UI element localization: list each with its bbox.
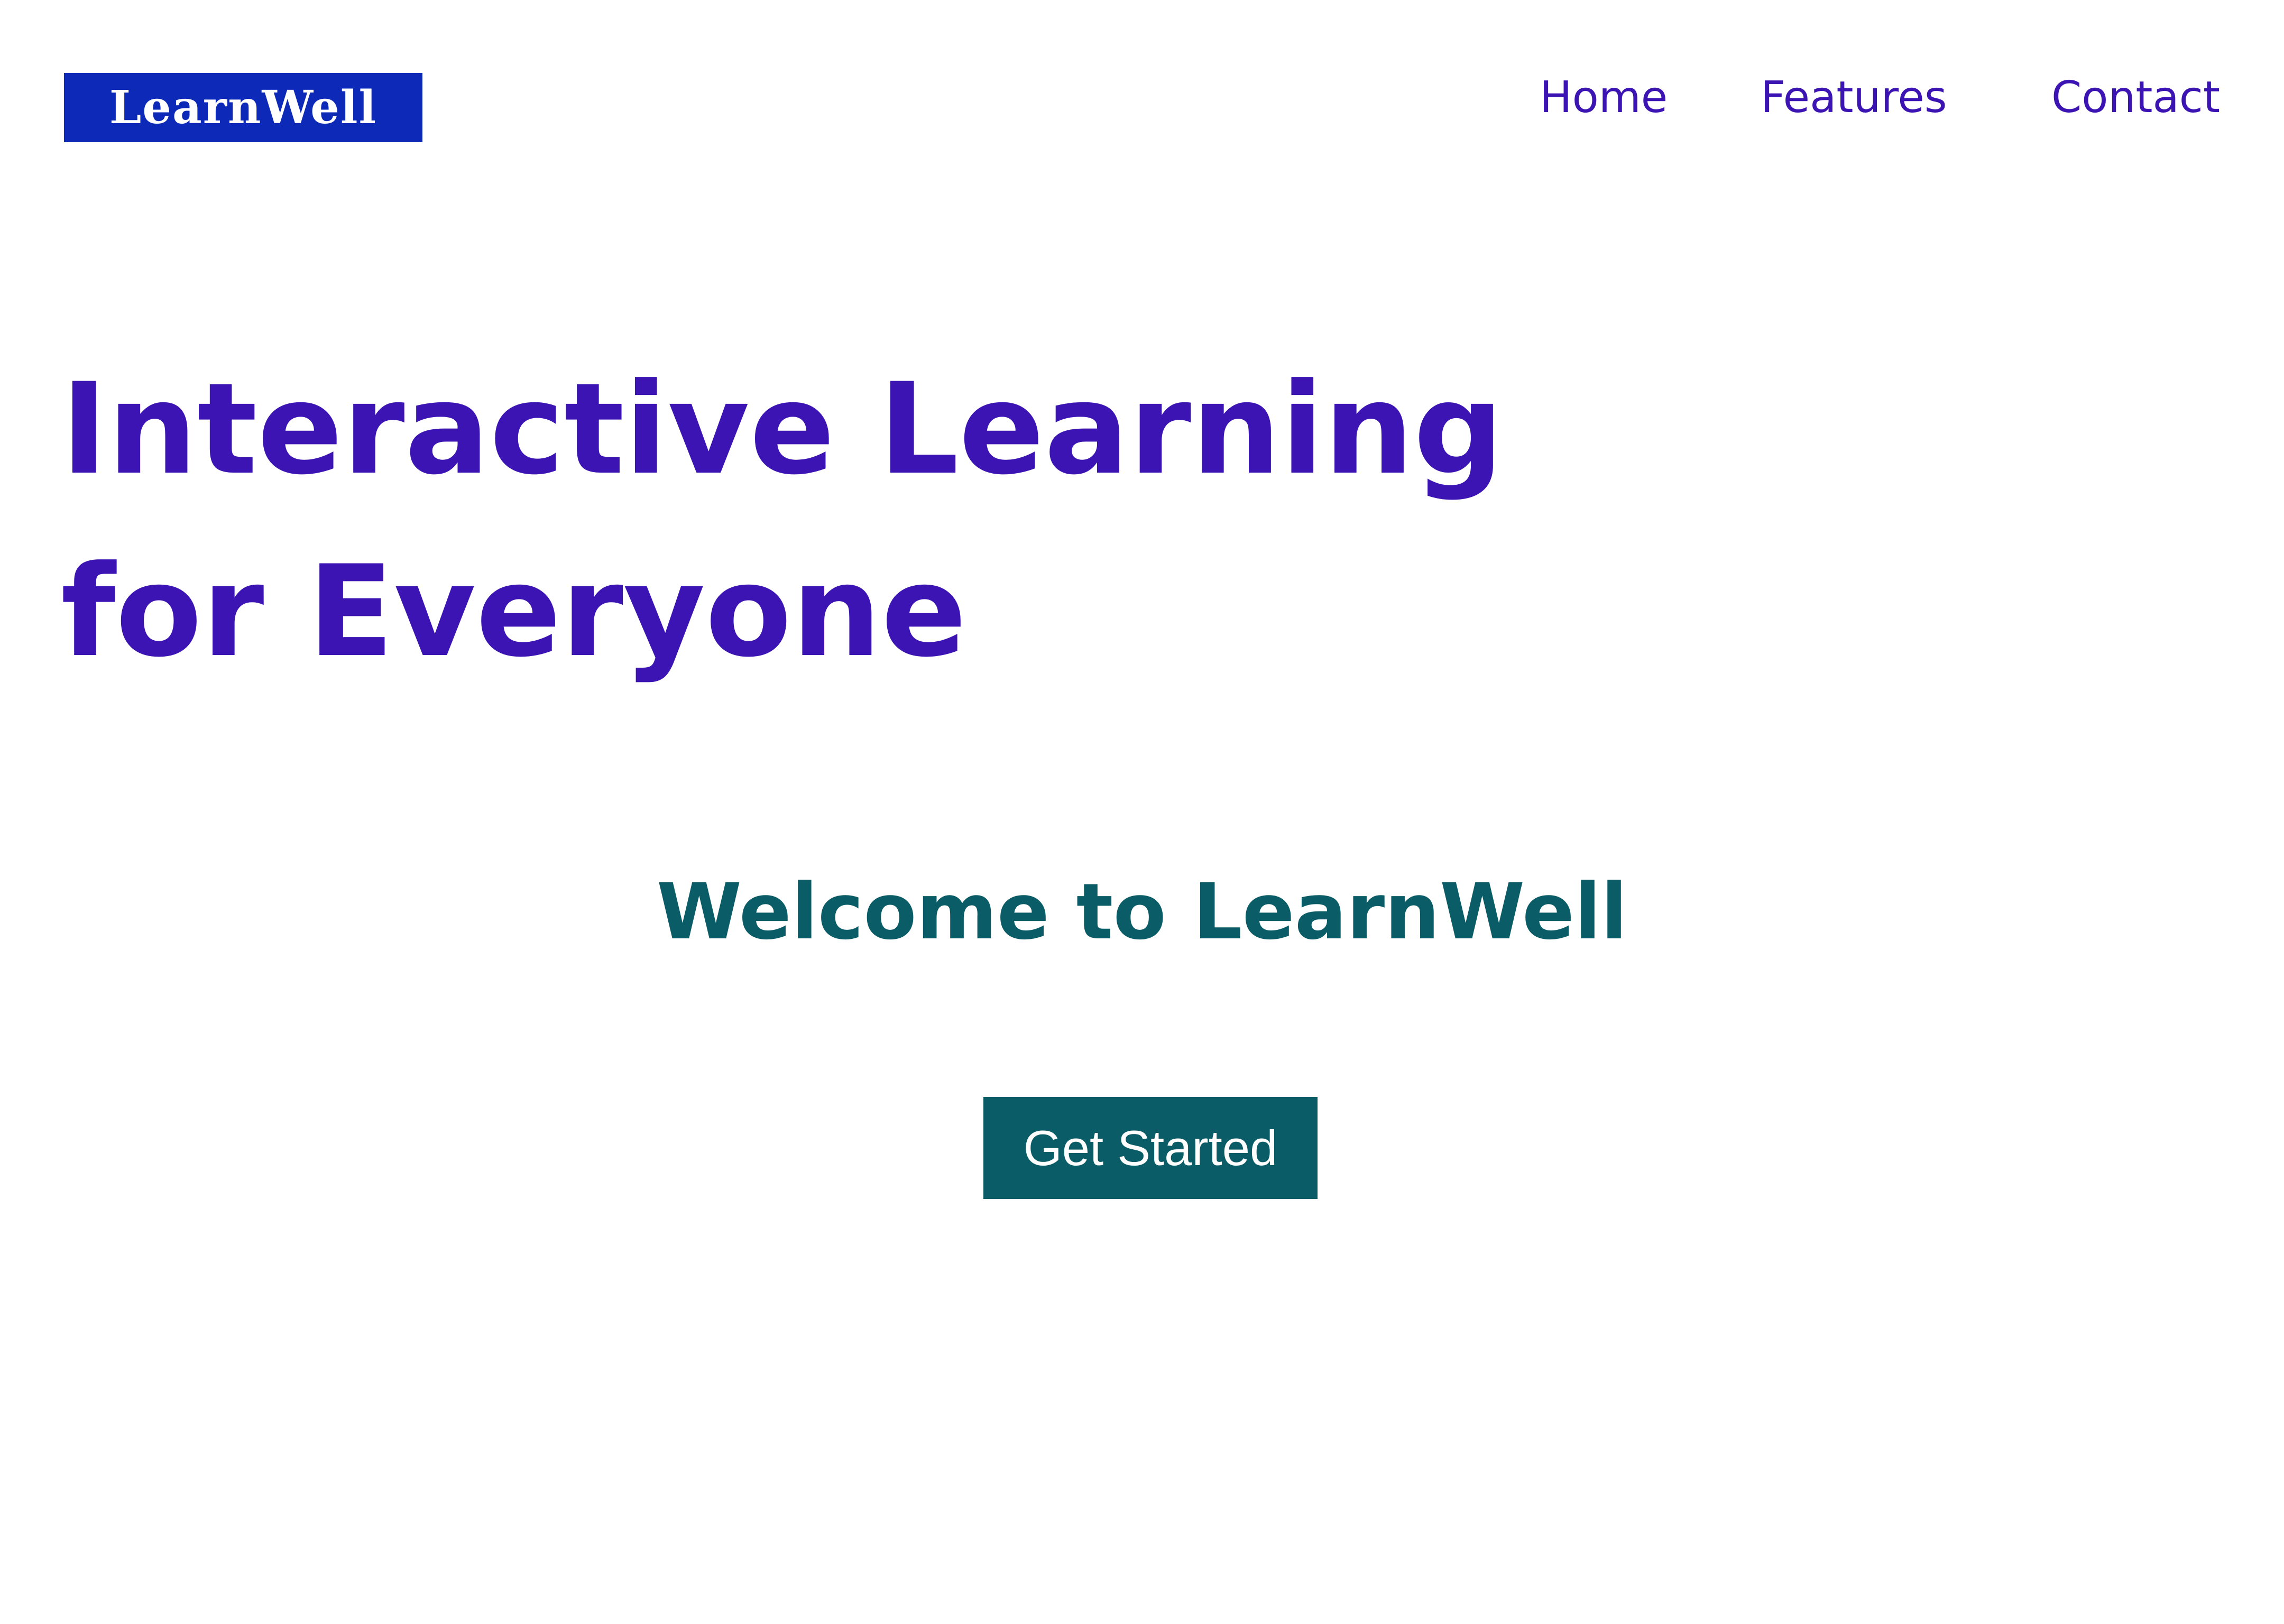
logo[interactable]: LearnWell: [64, 73, 422, 142]
nav-features-link[interactable]: Features: [1761, 69, 1947, 127]
get-started-button[interactable]: Get Started: [983, 1097, 1318, 1199]
hero-title-line-2: for Everyone: [61, 539, 967, 685]
welcome-heading: Welcome to LearnWell: [656, 867, 1628, 957]
nav-contact-link[interactable]: Contact: [2051, 69, 2220, 127]
hero-title-line-1: Interactive Learning: [61, 356, 1504, 503]
nav-home-link[interactable]: Home: [1540, 69, 1668, 127]
hero-title: Interactive Learning for Everyone: [61, 338, 1541, 703]
landing-page: LearnWell Home Features Contact Interact…: [0, 0, 2284, 1624]
logo-text: LearnWell: [109, 81, 377, 134]
